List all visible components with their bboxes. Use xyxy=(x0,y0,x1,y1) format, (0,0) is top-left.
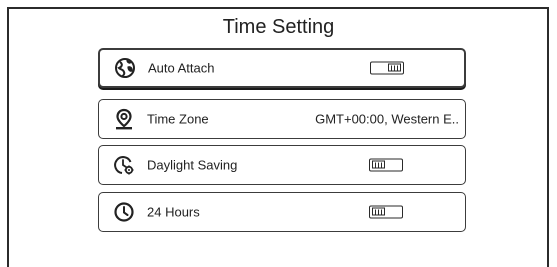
time-zone-value: GMT+00:00, Western E.. xyxy=(315,111,459,127)
setting-label: 24 Hours xyxy=(147,204,200,220)
setting-daylight-saving[interactable]: Daylight Saving xyxy=(98,145,466,185)
setting-auto-attach[interactable]: Auto Attach xyxy=(98,48,466,88)
24-hours-toggle[interactable] xyxy=(369,205,403,219)
setting-label: Daylight Saving xyxy=(147,157,238,173)
clock-icon xyxy=(113,201,135,223)
setting-24-hours[interactable]: 24 Hours xyxy=(98,192,466,232)
location-pin-icon xyxy=(113,108,135,130)
daylight-saving-toggle[interactable] xyxy=(369,158,403,172)
toggle-knob xyxy=(372,207,385,216)
globe-icon xyxy=(114,57,136,79)
setting-label: Time Zone xyxy=(147,111,209,127)
clock-settings-icon xyxy=(113,154,135,176)
page-title: Time Setting xyxy=(222,16,335,38)
setting-time-zone[interactable]: Time Zone GMT+00:00, Western E.. xyxy=(98,99,466,139)
toggle-knob xyxy=(388,63,401,72)
auto-attach-toggle[interactable] xyxy=(370,61,404,75)
toggle-knob xyxy=(372,160,385,169)
setting-label: Auto Attach xyxy=(148,60,215,76)
